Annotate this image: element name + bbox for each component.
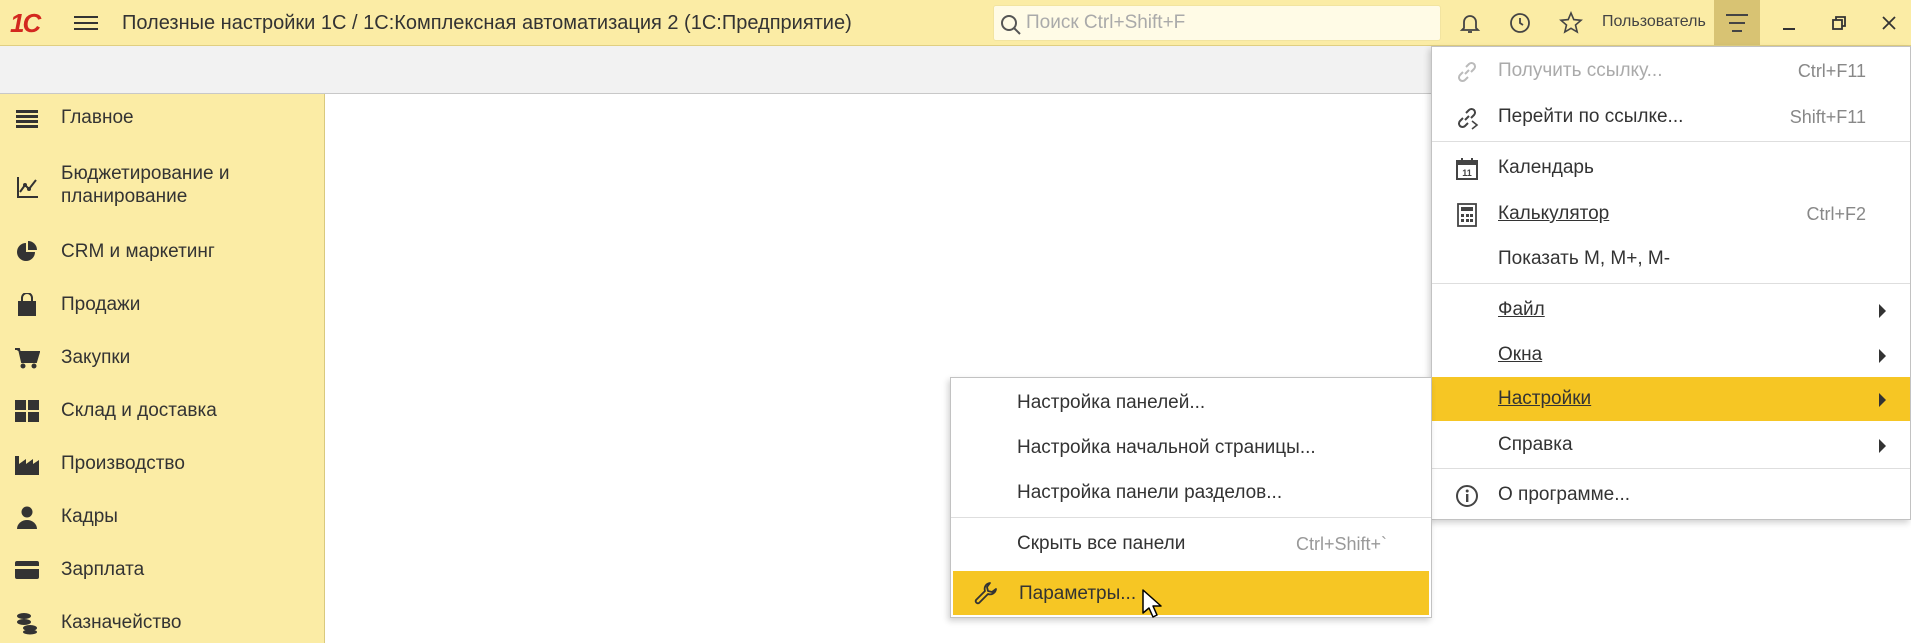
submenu-item-home-page-settings[interactable]: Настройка начальной страницы...	[951, 425, 1431, 469]
menu-item-show-memory[interactable]: Показать M, M+, M-	[1432, 239, 1910, 279]
menu-item-about[interactable]: О программе...	[1432, 475, 1910, 515]
sidebar-item-sales[interactable]: Продажи	[0, 287, 325, 323]
sidebar-item-label: Бюджетирование и планирование	[61, 163, 230, 207]
star-icon[interactable]	[1557, 9, 1585, 37]
sidebar-item-treasury[interactable]: Казначейство	[0, 605, 325, 641]
sidebar-item-label: Производство	[61, 453, 185, 474]
coins-icon	[14, 610, 40, 636]
sidebar-item-crm[interactable]: CRM и маркетинг	[0, 234, 325, 270]
menu-item-label: Справка	[1498, 434, 1573, 455]
menu-separator	[1432, 468, 1910, 469]
svg-text:11: 11	[1462, 168, 1472, 178]
sidebar-item-warehouse[interactable]: Склад и доставка	[0, 393, 325, 429]
submenu-item-label: Настройка панелей...	[1017, 392, 1206, 413]
search-box[interactable]	[993, 5, 1441, 41]
sidebar-item-salary[interactable]: Зарплата	[0, 552, 325, 588]
info-icon	[1454, 483, 1480, 509]
calendar-icon: 11	[1454, 156, 1480, 182]
chevron-right-icon	[1879, 393, 1886, 407]
main-menu-dropdown: Получить ссылку... Ctrl+F11 Перейти по с…	[1431, 46, 1911, 520]
menu-separator	[1432, 141, 1910, 142]
submenu-item-parameters[interactable]: Параметры...	[953, 571, 1429, 615]
submenu-item-hide-panels[interactable]: Скрыть все панели Ctrl+Shift+`	[951, 521, 1431, 565]
menu-item-get-link[interactable]: Получить ссылку... Ctrl+F11	[1432, 51, 1910, 91]
factory-icon	[14, 451, 40, 477]
menu-item-follow-link[interactable]: Перейти по ссылке... Shift+F11	[1432, 97, 1910, 137]
user-label[interactable]: Пользователь	[1602, 13, 1706, 31]
sidebar-item-label: Главное	[61, 107, 134, 128]
menu-item-label: Настройки	[1498, 388, 1592, 409]
settings-submenu: Настройка панелей... Настройка начальной…	[950, 377, 1432, 618]
wrench-icon	[973, 580, 999, 606]
menu-item-help[interactable]: Справка	[1432, 425, 1910, 465]
chevron-right-icon	[1879, 439, 1886, 453]
menu-item-shortcut: Shift+F11	[1789, 107, 1866, 127]
menu-item-shortcut: Ctrl+F11	[1797, 61, 1866, 81]
sidebar-item-label: Закупки	[61, 347, 131, 368]
person-icon	[14, 504, 40, 530]
menu-separator	[1432, 283, 1910, 284]
chevron-right-icon	[1879, 304, 1886, 318]
main-menu-button[interactable]	[1714, 0, 1760, 45]
calculator-icon	[1454, 202, 1480, 228]
mouse-cursor-icon	[1142, 589, 1162, 618]
menu-item-label: О программе...	[1498, 484, 1631, 505]
menu-item-shortcut: Ctrl+F2	[1806, 204, 1866, 224]
sections-panel: Главное Бюджетирование и планирование CR…	[0, 94, 325, 643]
close-icon[interactable]	[1869, 8, 1909, 38]
history-icon[interactable]	[1506, 9, 1534, 37]
wallet-icon	[14, 557, 40, 583]
app-logo[interactable]: 1С	[10, 8, 41, 39]
submenu-item-label: Скрыть все панели	[1017, 533, 1186, 554]
list-icon	[14, 106, 40, 132]
warehouse-grid-icon	[14, 398, 40, 424]
sidebar-item-label: Кадры	[61, 506, 118, 527]
submenu-item-panels-settings[interactable]: Настройка панелей...	[951, 380, 1431, 424]
menu-item-label: Перейти по ссылке...	[1498, 106, 1684, 127]
cart-icon	[14, 345, 40, 371]
follow-link-icon	[1454, 105, 1480, 131]
sidebar-item-budgeting[interactable]: Бюджетирование и планирование	[0, 162, 325, 210]
chevron-right-icon	[1879, 349, 1886, 363]
menu-item-calculator[interactable]: Калькулятор Ctrl+F2	[1432, 194, 1910, 234]
hamburger-menu-icon[interactable]	[72, 12, 100, 34]
sidebar-item-purchases[interactable]: Закупки	[0, 340, 325, 376]
bell-icon[interactable]	[1456, 9, 1484, 37]
menu-item-calendar[interactable]: 11 Календарь	[1432, 148, 1910, 188]
menu-item-label: Файл	[1498, 299, 1545, 320]
menu-separator	[951, 517, 1431, 518]
budget-chart-icon	[14, 174, 40, 200]
menu-item-windows[interactable]: Окна	[1432, 335, 1910, 375]
sidebar-item-label: CRM и маркетинг	[61, 241, 215, 262]
submenu-item-label: Настройка начальной страницы...	[1017, 437, 1316, 458]
sidebar-item-label: Склад и доставка	[61, 400, 217, 421]
restore-icon[interactable]	[1819, 8, 1859, 38]
search-icon	[1001, 15, 1021, 35]
pie-chart-icon	[14, 239, 40, 265]
sidebar-item-label: Казначейство	[61, 612, 182, 633]
menu-item-settings[interactable]: Настройки	[1432, 377, 1910, 421]
sidebar-item-label: Зарплата	[61, 559, 145, 580]
menu-item-file[interactable]: Файл	[1432, 290, 1910, 330]
menu-item-label: Получить ссылку...	[1498, 60, 1663, 81]
sidebar-item-hr[interactable]: Кадры	[0, 499, 325, 535]
menu-item-label: Календарь	[1498, 157, 1594, 178]
menu-item-label: Окна	[1498, 344, 1543, 365]
sidebar-item-production[interactable]: Производство	[0, 446, 325, 482]
submenu-item-label: Параметры...	[1019, 583, 1137, 604]
search-input[interactable]	[1026, 11, 1426, 35]
sidebar-item-main[interactable]: Главное	[0, 100, 325, 136]
sidebar-item-label: Продажи	[61, 294, 141, 315]
shopping-bag-icon	[14, 292, 40, 318]
submenu-item-shortcut: Ctrl+Shift+`	[1295, 534, 1387, 554]
link-icon	[1454, 59, 1480, 85]
menu-item-label: Калькулятор	[1498, 203, 1610, 224]
minimize-icon[interactable]	[1769, 8, 1809, 38]
submenu-item-label: Настройка панели разделов...	[1017, 482, 1283, 503]
menu-item-label: Показать M, M+, M-	[1498, 248, 1671, 269]
top-bar: 1С Полезные настройки 1С / 1С:Комплексна…	[0, 0, 1911, 46]
window-title: Полезные настройки 1С / 1С:Комплексная а…	[122, 12, 852, 34]
submenu-item-sections-panel-settings[interactable]: Настройка панели разделов...	[951, 470, 1431, 514]
